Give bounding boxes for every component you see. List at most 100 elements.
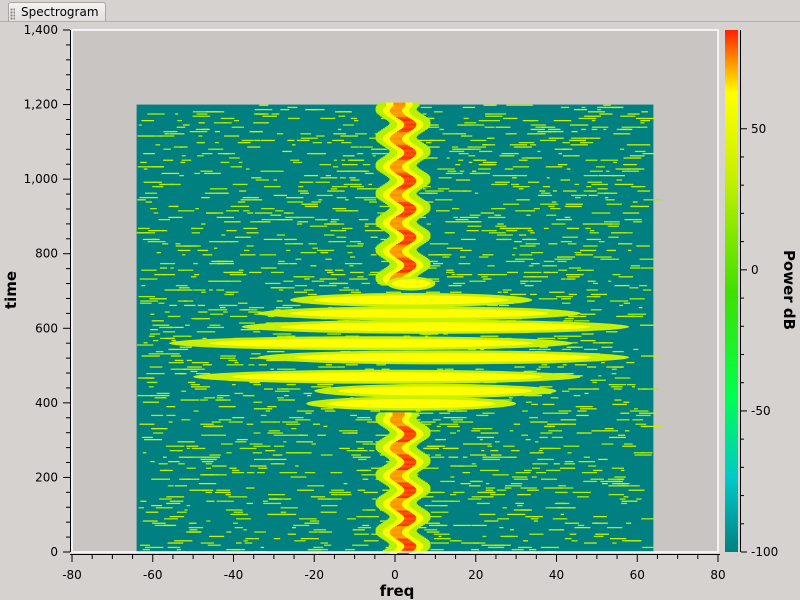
noise-streak [629, 410, 649, 412]
noise-streak [309, 225, 328, 227]
noise-streak [276, 234, 285, 236]
noise-streak [224, 293, 234, 296]
noise-streak [144, 438, 163, 441]
noise-streak [190, 383, 200, 386]
noise-streak [529, 548, 537, 551]
noise-streak [151, 238, 160, 241]
noise-streak [141, 119, 155, 122]
noise-streak [180, 399, 199, 401]
noise-streak [636, 498, 642, 500]
noise-streak [460, 482, 471, 485]
noise-streak [335, 269, 344, 271]
noise-streak [218, 419, 232, 421]
noise-streak [599, 223, 613, 225]
noise-streak [361, 282, 371, 285]
noise-streak [435, 454, 441, 456]
noise-streak [357, 188, 373, 190]
noise-streak [300, 251, 317, 254]
noise-streak [148, 353, 163, 355]
noise-streak [169, 515, 185, 518]
noise-streak [593, 515, 607, 518]
noise-streak [365, 368, 375, 370]
noise-streak [458, 421, 474, 423]
noise-streak [478, 256, 489, 258]
noise-streak [482, 161, 497, 164]
noise-streak [174, 372, 187, 375]
noise-streak [495, 225, 507, 227]
noise-streak [615, 168, 631, 170]
y-tick-label: 200 [35, 470, 58, 484]
noise-streak [494, 441, 500, 443]
noise-streak [480, 335, 499, 337]
noise-streak [566, 278, 576, 280]
noise-streak [182, 254, 186, 256]
noise-streak [539, 386, 553, 388]
noise-streak [286, 423, 301, 425]
noise-streak [338, 115, 346, 117]
noise-streak [527, 229, 534, 232]
noise-streak [350, 271, 364, 274]
noise-streak [568, 155, 579, 157]
noise-streak [430, 548, 444, 551]
noise-streak [230, 205, 250, 208]
noise-streak [531, 262, 540, 265]
noise-streak [139, 196, 158, 199]
noise-streak [352, 544, 369, 546]
noise-streak [477, 273, 495, 276]
noise-streak [296, 139, 310, 142]
noise-streak [251, 353, 261, 355]
noise-streak [273, 421, 281, 423]
noise-streak [456, 430, 460, 432]
noise-streak [253, 331, 261, 333]
noise-streak [512, 166, 530, 168]
noise-streak [260, 414, 267, 417]
noise-streak [579, 346, 583, 348]
noise-streak [565, 273, 584, 276]
noise-streak [162, 331, 176, 333]
noise-streak [206, 212, 217, 214]
noise-streak [193, 410, 199, 412]
noise-streak [609, 300, 629, 302]
noise-streak [139, 423, 155, 425]
noise-streak [295, 419, 311, 421]
noise-streak [450, 168, 455, 170]
noise-streak [446, 271, 455, 274]
noise-streak [481, 276, 488, 278]
noise-streak [529, 452, 544, 454]
noise-streak [349, 240, 362, 243]
noise-streak [588, 465, 597, 467]
noise-streak [209, 240, 227, 243]
noise-streak [266, 359, 271, 362]
noise-streak [179, 346, 192, 348]
noise-streak [357, 243, 364, 245]
chirp-lobe-inner [391, 279, 431, 289]
noise-streak [184, 304, 196, 307]
noise-streak [304, 471, 316, 474]
noise-streak [159, 135, 175, 137]
noise-streak [189, 130, 208, 133]
noise-streak [536, 471, 547, 474]
noise-streak [471, 548, 479, 551]
noise-streak [137, 227, 150, 230]
noise-streak [540, 432, 553, 434]
noise-streak [512, 229, 518, 232]
noise-streak [512, 177, 517, 179]
noise-streak [181, 155, 186, 157]
noise-streak [166, 496, 185, 498]
noise-streak [449, 540, 462, 542]
noise-streak [557, 366, 564, 368]
noise-streak [531, 476, 537, 478]
noise-streak [156, 251, 161, 254]
noise-streak [295, 258, 302, 260]
y-axis-ticks: 0 200 400 600 800 1,000 1,200 1,400 [24, 23, 70, 559]
noise-streak [593, 535, 604, 538]
noise-streak [159, 183, 166, 186]
noise-streak [593, 469, 603, 472]
noise-streak [151, 478, 170, 480]
noise-streak [347, 251, 353, 254]
noise-streak [287, 201, 304, 203]
noise-streak [273, 179, 278, 181]
noise-streak [642, 546, 655, 549]
noise-streak [581, 333, 594, 335]
noise-streak [307, 485, 325, 487]
